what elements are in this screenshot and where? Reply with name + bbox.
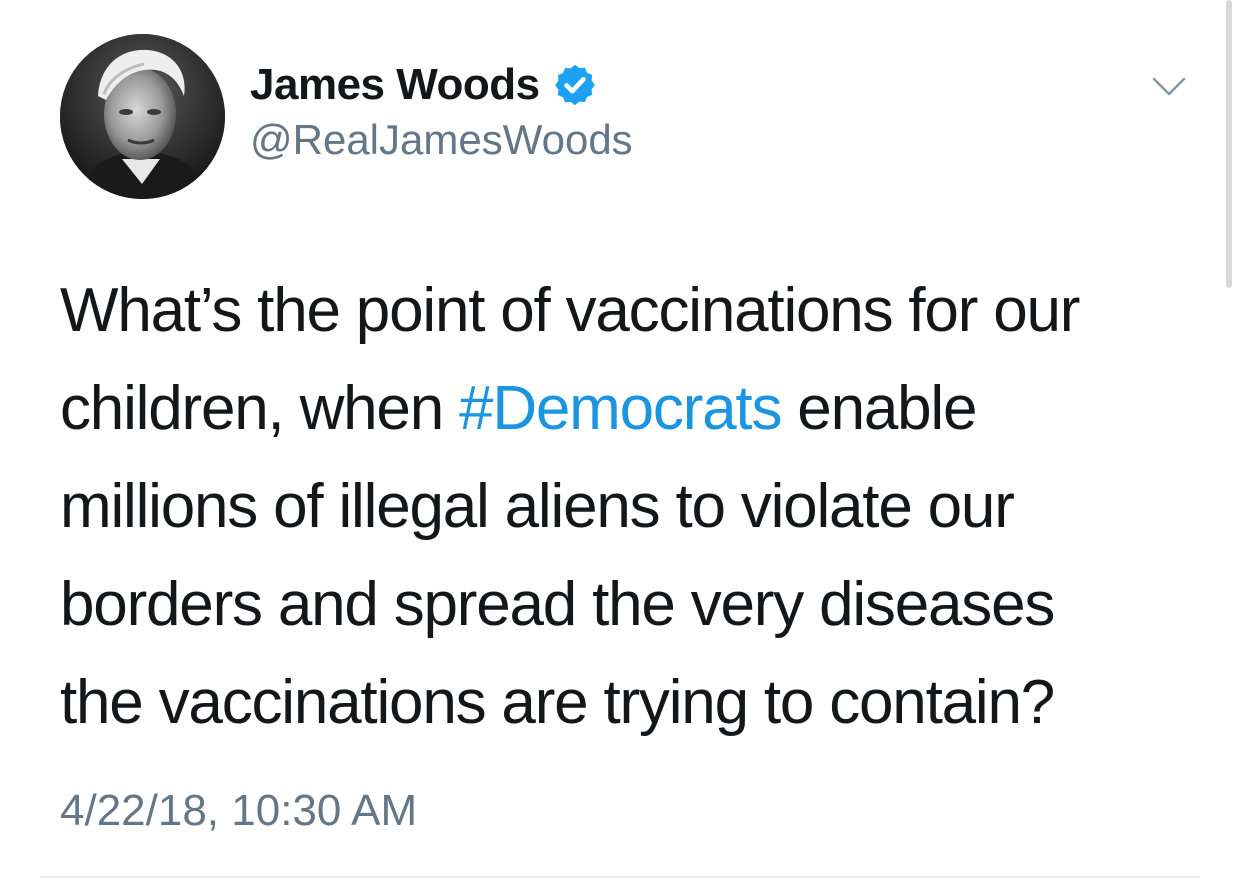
tweet-text-segment: children, when: [60, 374, 460, 443]
hashtag-link[interactable]: #Democrats: [459, 374, 782, 443]
verified-badge-icon: [554, 64, 595, 106]
tweet-timestamp[interactable]: 4/22/18, 10:30 AM: [60, 786, 417, 836]
divider: [40, 876, 1200, 878]
tweet-text-segment: enable: [781, 374, 977, 443]
chevron-down-icon[interactable]: [1152, 76, 1186, 98]
tweet-line: the vaccinations are trying to contain?: [60, 668, 1055, 737]
tweet-line: children, when #Democrats enable: [60, 360, 1180, 458]
author-display-name[interactable]: James Woods: [250, 60, 540, 110]
avatar-photo: [60, 34, 225, 199]
tweet-text: What’s the point of vaccinations for our…: [60, 262, 1180, 752]
tweet-line: borders and spread the very diseases: [60, 570, 1055, 639]
author-name-row[interactable]: James Woods: [250, 58, 598, 112]
tweet-line: What’s the point of vaccinations for our: [60, 276, 1080, 345]
avatar[interactable]: [60, 34, 225, 199]
author-handle[interactable]: @RealJamesWoods: [250, 116, 633, 164]
scrollbar[interactable]: [1226, 0, 1232, 288]
tweet-line: millions of illegal aliens to violate ou…: [60, 472, 1015, 541]
